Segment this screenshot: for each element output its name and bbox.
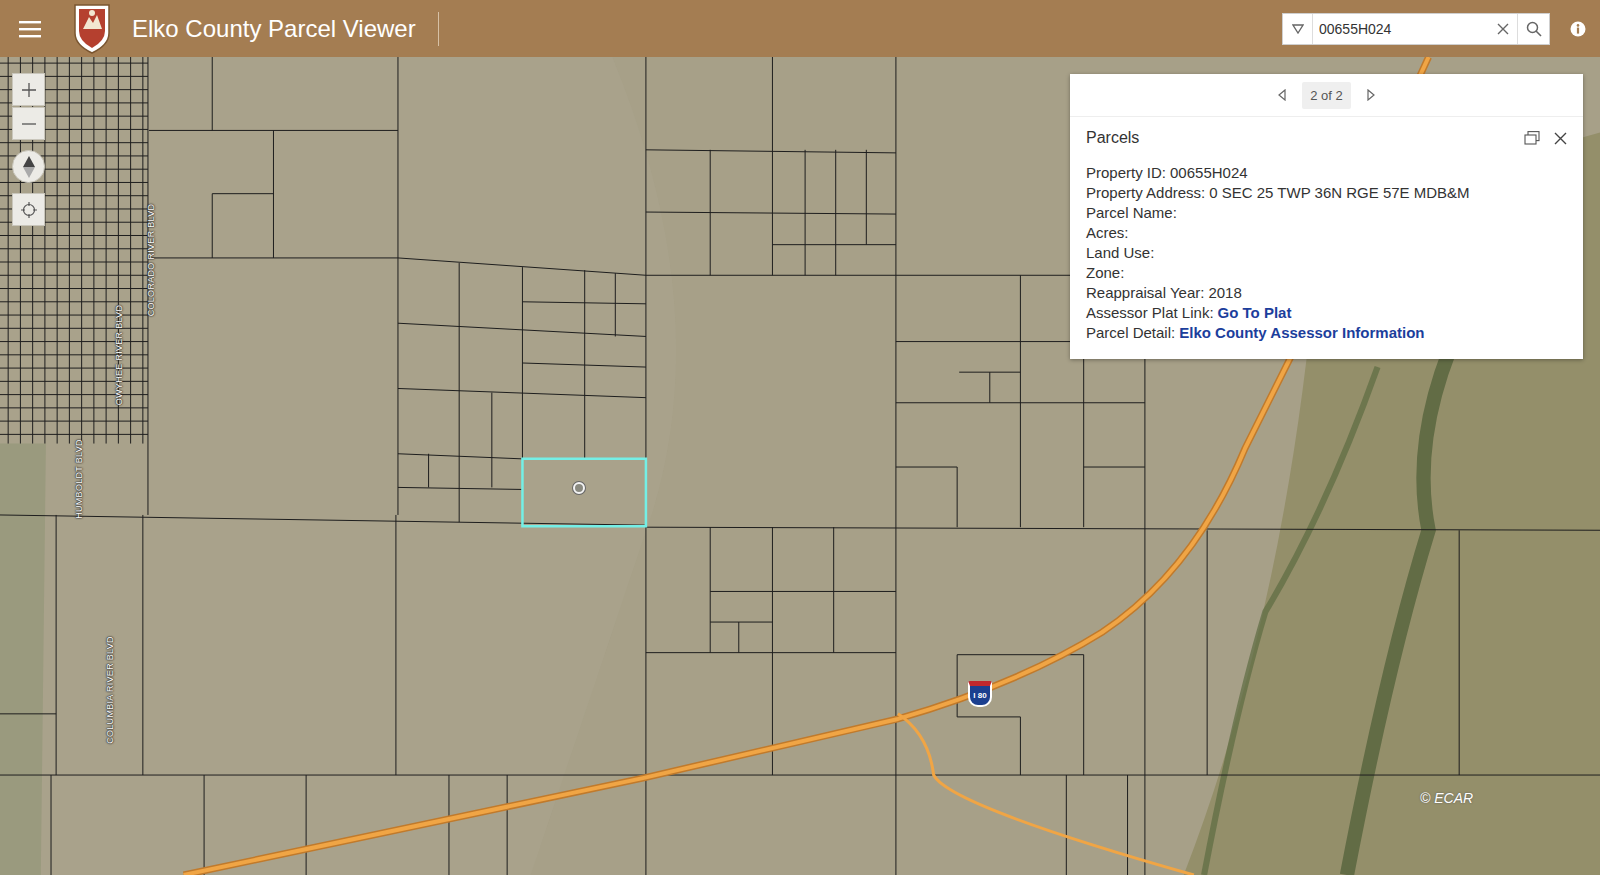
street-label: COLORADO RIVER BLVD	[146, 204, 156, 317]
feature-count: 2 of 2	[1302, 82, 1351, 109]
dock-icon	[1524, 131, 1540, 145]
field-row: Land Use:	[1086, 243, 1567, 263]
app-title: Elko County Parcel Viewer	[132, 15, 416, 43]
compass-button[interactable]	[12, 150, 45, 183]
location-marker	[573, 482, 585, 494]
street-label: HUMBOLDT BLVD	[74, 439, 84, 519]
locate-button[interactable]	[12, 193, 45, 226]
dock-button[interactable]	[1524, 131, 1540, 145]
crosshair-icon	[21, 202, 37, 218]
zoom-out-button[interactable]	[12, 107, 45, 140]
top-bar: Elko County Parcel Viewer	[0, 0, 1600, 57]
close-popup-button[interactable]	[1554, 132, 1567, 145]
search-source-button[interactable]	[1283, 14, 1313, 44]
attribution: © ECAR	[1420, 790, 1473, 806]
field-row: Parcel Name:	[1086, 203, 1567, 223]
parcel-viewer-app: Elko County Parcel Viewer COLORADO RIVER …	[0, 0, 1600, 875]
map-controls	[12, 73, 45, 226]
menu-button[interactable]	[18, 17, 42, 41]
popup-pager: 2 of 2	[1070, 74, 1583, 117]
previous-feature-button[interactable]	[1272, 85, 1292, 105]
magnifier-icon	[1526, 21, 1542, 37]
field-row: Reappraisal Year:2018	[1086, 283, 1567, 303]
county-logo	[72, 3, 112, 55]
right-triangle-icon	[1367, 89, 1375, 101]
street-label: OWYHEE RIVER BLVD	[114, 305, 124, 405]
field-row: Property Address:0 SEC 25 TWP 36N RGE 57…	[1086, 183, 1567, 203]
clear-search-button[interactable]	[1489, 14, 1517, 44]
dropdown-triangle-icon	[1292, 24, 1304, 34]
info-button[interactable]	[1568, 19, 1588, 39]
field-row: Parcel Detail:Elko County Assessor Infor…	[1086, 323, 1567, 343]
left-triangle-icon	[1278, 89, 1286, 101]
parcel-popup: 2 of 2 Parcels Property ID:00655H024Proper…	[1070, 74, 1583, 359]
map-view[interactable]: COLORADO RIVER BLVD OWYHEE RIVER BLVD HUMB…	[0, 57, 1600, 875]
hamburger-icon	[19, 20, 41, 38]
field-row: Acres:	[1086, 223, 1567, 243]
next-feature-button[interactable]	[1361, 85, 1381, 105]
plus-icon	[22, 83, 36, 97]
field-link[interactable]: Go To Plat	[1218, 303, 1292, 323]
close-icon	[1554, 132, 1567, 145]
header-divider	[438, 12, 439, 46]
parcel-fields: Property ID:00655H024Property Address:0 …	[1086, 163, 1567, 343]
minus-icon	[22, 117, 36, 131]
zoom-in-button[interactable]	[12, 73, 45, 106]
field-link[interactable]: Elko County Assessor Information	[1179, 323, 1424, 343]
close-x-icon	[1497, 23, 1509, 35]
interstate-shield: I 80	[968, 681, 992, 707]
field-row: Zone:	[1086, 263, 1567, 283]
info-icon	[1570, 21, 1586, 37]
street-label: COLUMBIA RIVER BLVD	[105, 636, 115, 744]
search-button[interactable]	[1517, 14, 1549, 44]
county-seal-icon	[72, 3, 112, 55]
selected-parcel[interactable]	[522, 459, 645, 526]
compass-icon	[22, 156, 36, 178]
search-box	[1282, 13, 1550, 45]
field-row: Property ID:00655H024	[1086, 163, 1567, 183]
search-input[interactable]	[1313, 14, 1489, 44]
popup-title: Parcels	[1086, 129, 1139, 147]
field-row: Assessor Plat Link:Go To Plat	[1086, 303, 1567, 323]
